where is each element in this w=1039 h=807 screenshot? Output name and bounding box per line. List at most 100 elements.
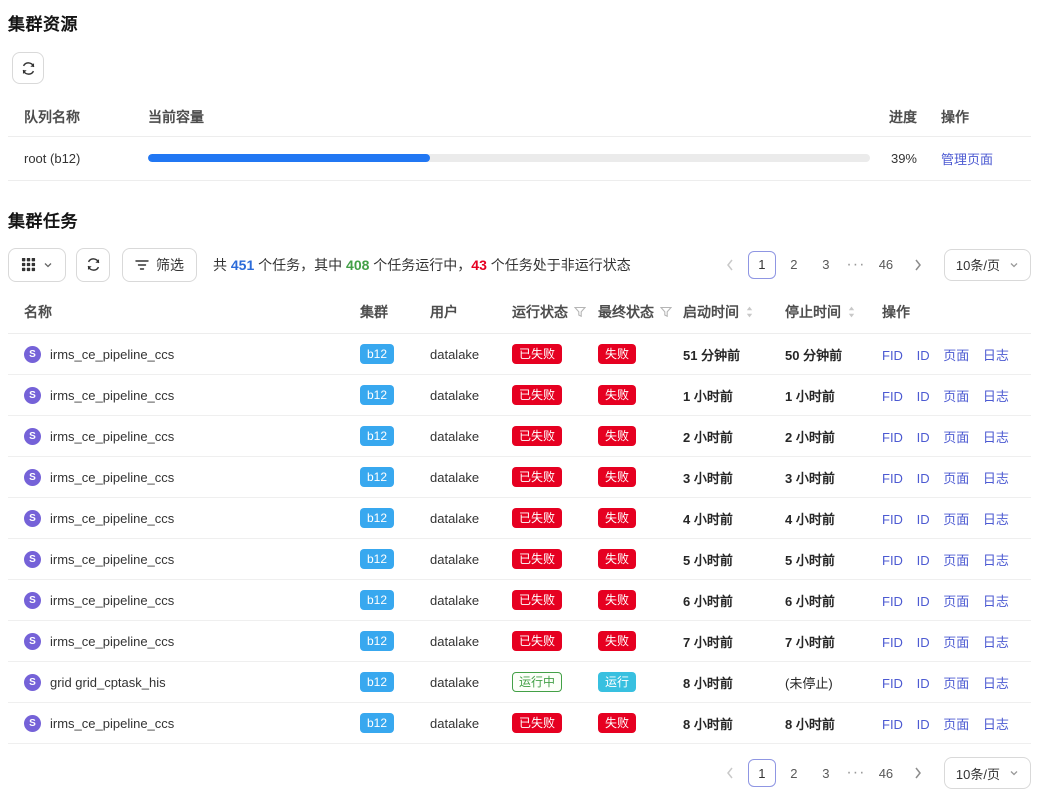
page-size-select[interactable]: 10条/页 [944, 757, 1031, 789]
pagination-ellipsis[interactable]: ··· [844, 764, 868, 782]
page-link[interactable]: 页面 [943, 430, 969, 445]
fid-link[interactable]: FID [882, 635, 903, 650]
log-link[interactable]: 日志 [983, 635, 1009, 650]
prev-page-button[interactable] [716, 251, 744, 279]
manage-page-link[interactable]: 管理页面 [941, 152, 993, 167]
log-link[interactable]: 日志 [983, 676, 1009, 691]
col-start-time-label: 启动时间 [683, 302, 739, 322]
avatar: S [24, 510, 41, 527]
fid-link[interactable]: FID [882, 512, 903, 527]
fid-link[interactable]: FID [882, 471, 903, 486]
fid-link[interactable]: FID [882, 348, 903, 363]
id-link[interactable]: ID [917, 676, 930, 691]
avatar: S [24, 387, 41, 404]
filter-button[interactable]: 筛选 [122, 248, 197, 282]
col-stop-time[interactable]: 停止时间 [785, 292, 882, 334]
column-settings-button[interactable] [8, 248, 66, 282]
page-button[interactable]: 46 [872, 251, 900, 279]
log-link[interactable]: 日志 [983, 594, 1009, 609]
table-row: S irms_ce_pipeline_ccs b12 datalake 已失败 … [8, 539, 1031, 580]
table-row: S irms_ce_pipeline_ccs b12 datalake 已失败 … [8, 703, 1031, 744]
fid-link[interactable]: FID [882, 717, 903, 732]
log-link[interactable]: 日志 [983, 471, 1009, 486]
page-link[interactable]: 页面 [943, 594, 969, 609]
page-button[interactable]: 46 [872, 759, 900, 787]
id-link[interactable]: ID [917, 553, 930, 568]
task-start-time: 2 小时前 [683, 430, 733, 445]
id-link[interactable]: ID [917, 635, 930, 650]
filter-funnel-icon[interactable] [574, 306, 586, 318]
tasks-table: 名称 集群 用户 运行状态 最终状态 启动时间 停止时间 操作 [8, 292, 1031, 745]
log-link[interactable]: 日志 [983, 717, 1009, 732]
fid-link[interactable]: FID [882, 676, 903, 691]
log-link[interactable]: 日志 [983, 389, 1009, 404]
id-link[interactable]: ID [917, 512, 930, 527]
avatar: S [24, 346, 41, 363]
page-button[interactable]: 1 [748, 759, 776, 787]
tasks-refresh-button[interactable] [76, 248, 110, 282]
prev-page-button[interactable] [716, 759, 744, 787]
page-link[interactable]: 页面 [943, 471, 969, 486]
resources-refresh-button[interactable] [12, 52, 44, 84]
stopped-task-count: 43 [471, 257, 487, 273]
log-link[interactable]: 日志 [983, 348, 1009, 363]
table-row: S irms_ce_pipeline_ccs b12 datalake 已失败 … [8, 416, 1031, 457]
id-link[interactable]: ID [917, 348, 930, 363]
total-task-count: 451 [231, 257, 254, 273]
pagination-top: 1 2 3 ··· 46 10条/页 [716, 249, 1031, 281]
fid-link[interactable]: FID [882, 389, 903, 404]
fid-link[interactable]: FID [882, 430, 903, 445]
task-start-time: 8 小时前 [683, 717, 733, 732]
page-link[interactable]: 页面 [943, 512, 969, 527]
col-final-status: 最终状态 [598, 292, 683, 334]
task-start-time: 4 小时前 [683, 512, 733, 527]
sort-icon[interactable] [847, 305, 856, 319]
page-link[interactable]: 页面 [943, 553, 969, 568]
filter-funnel-icon[interactable] [660, 306, 672, 318]
pagination-ellipsis[interactable]: ··· [844, 256, 868, 274]
page-link[interactable]: 页面 [943, 635, 969, 650]
page-button[interactable]: 2 [780, 759, 808, 787]
log-link[interactable]: 日志 [983, 553, 1009, 568]
summary-text: 个任务运行中， [369, 257, 471, 273]
run-status-badge: 已失败 [512, 590, 562, 610]
page-size-select[interactable]: 10条/页 [944, 249, 1031, 281]
running-task-count: 408 [346, 257, 369, 273]
summary-text: 个任务，其中 [254, 257, 346, 273]
queue-row: root (b12) 39% 管理页面 [8, 136, 1031, 180]
id-link[interactable]: ID [917, 471, 930, 486]
col-stop-time-label: 停止时间 [785, 302, 841, 322]
run-status-badge: 已失败 [512, 631, 562, 651]
page-button[interactable]: 3 [812, 759, 840, 787]
table-row: S irms_ce_pipeline_ccs b12 datalake 已失败 … [8, 375, 1031, 416]
id-link[interactable]: ID [917, 389, 930, 404]
log-link[interactable]: 日志 [983, 512, 1009, 527]
task-user: datalake [430, 470, 479, 485]
page-button[interactable]: 3 [812, 251, 840, 279]
next-page-button[interactable] [904, 251, 932, 279]
page-button[interactable]: 1 [748, 251, 776, 279]
id-link[interactable]: ID [917, 430, 930, 445]
id-link[interactable]: ID [917, 717, 930, 732]
next-page-button[interactable] [904, 759, 932, 787]
table-row: S irms_ce_pipeline_ccs b12 datalake 已失败 … [8, 457, 1031, 498]
fid-link[interactable]: FID [882, 553, 903, 568]
task-stop-time: 4 小时前 [785, 512, 835, 527]
id-link[interactable]: ID [917, 594, 930, 609]
page-link[interactable]: 页面 [943, 676, 969, 691]
cluster-badge: b12 [360, 385, 394, 405]
run-status-badge: 已失败 [512, 713, 562, 733]
log-link[interactable]: 日志 [983, 430, 1009, 445]
chevron-right-icon [914, 259, 922, 271]
page-link[interactable]: 页面 [943, 389, 969, 404]
col-start-time[interactable]: 启动时间 [683, 292, 785, 334]
fid-link[interactable]: FID [882, 594, 903, 609]
sort-icon[interactable] [745, 305, 754, 319]
chevron-down-icon [1009, 260, 1019, 270]
page-link[interactable]: 页面 [943, 348, 969, 363]
page-link[interactable]: 页面 [943, 717, 969, 732]
table-row: S grid grid_cptask_his b12 datalake 运行中 … [8, 662, 1031, 703]
summary-text: 共 [213, 257, 231, 273]
page-button[interactable]: 2 [780, 251, 808, 279]
col-user: 用户 [430, 292, 512, 334]
